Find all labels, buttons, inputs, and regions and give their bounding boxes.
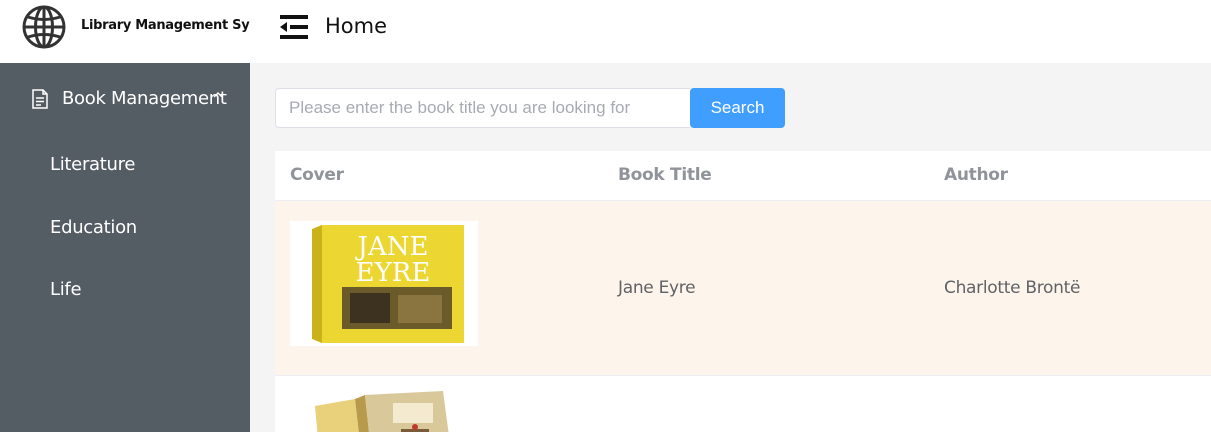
column-header-cover: Cover [290, 165, 344, 185]
book-cover-image: JANE EYRE [290, 221, 478, 346]
sidebar-group-label: Book Management [62, 88, 227, 109]
app-title: Library Management System [81, 18, 250, 33]
column-header-title: Book Title [618, 165, 712, 185]
cell-author: Charlotte Brontë [944, 278, 1081, 298]
sidebar-item-label: Life [50, 279, 82, 300]
sidebar-menu: Book Management Literature Education Lif… [0, 63, 250, 432]
search-button[interactable]: Search [690, 88, 785, 128]
document-icon [32, 89, 48, 109]
table-row[interactable] [275, 376, 1211, 432]
page-title: Home [325, 14, 388, 38]
cell-book-title: Jane Eyre [618, 278, 696, 298]
cover-title-line-2: EYRE [356, 258, 431, 288]
main-content: Search Cover Book Title Author JANE EYRE… [250, 63, 1211, 432]
logo-area: Library Management System [0, 0, 250, 63]
sidebar-item-education[interactable]: Education [0, 199, 250, 255]
menu-fold-icon[interactable] [278, 12, 310, 42]
column-header-author: Author [944, 165, 1008, 185]
books-table: Cover Book Title Author JANE EYRE Jane E… [275, 151, 1211, 432]
search-input[interactable] [275, 88, 690, 128]
sidebar-group-book-management[interactable]: Book Management [0, 63, 250, 133]
book-cover-image [315, 391, 449, 432]
table-header: Cover Book Title Author [275, 151, 1211, 201]
table-row[interactable]: JANE EYRE Jane Eyre Charlotte Brontë [275, 201, 1211, 376]
sidebar-item-literature[interactable]: Literature [0, 136, 250, 192]
globe-icon [22, 5, 66, 49]
sidebar-item-label: Literature [50, 154, 136, 175]
sidebar-item-life[interactable]: Life [0, 261, 250, 317]
chevron-up-icon [213, 92, 223, 98]
sidebar-item-label: Education [50, 217, 137, 238]
top-header: Library Management System Home [0, 0, 1211, 63]
